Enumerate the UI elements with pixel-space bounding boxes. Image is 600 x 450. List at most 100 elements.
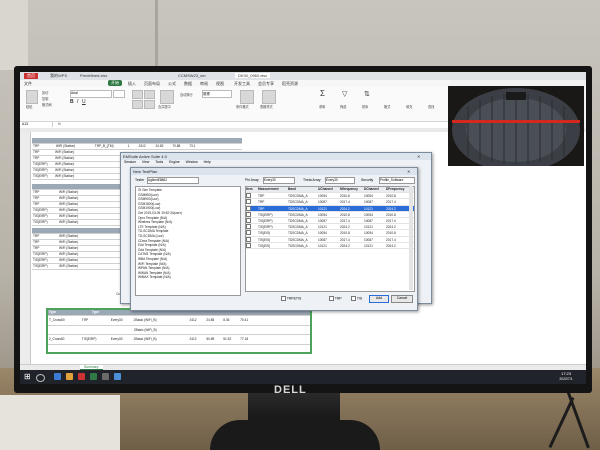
checkbox-trp-tis[interactable]: TRP&TIS <box>281 296 301 301</box>
menu-tools[interactable]: Tools <box>155 160 163 164</box>
font-size-select[interactable] <box>113 90 125 98</box>
number-format-select[interactable]: 常规 <box>202 90 232 98</box>
row-checkbox[interactable] <box>246 224 258 230</box>
wrap-text-button[interactable]: 自动换行 <box>180 92 193 97</box>
table-cell: TIS(EIS) <box>258 231 271 236</box>
checkbox-box[interactable] <box>246 236 251 242</box>
underline-icon[interactable]: U <box>82 99 86 105</box>
sort-icon[interactable]: ⇅ <box>364 90 370 98</box>
conditional-format-button[interactable] <box>240 90 254 104</box>
copy-button[interactable]: 复制 <box>42 96 48 101</box>
row-checkbox[interactable] <box>246 199 258 205</box>
theta-label: Theta Array <box>303 178 321 182</box>
table-cell: 10087 <box>318 218 327 223</box>
task-app-icon[interactable] <box>114 373 121 380</box>
tab-predefined[interactable]: Predefined.xlsx <box>80 73 107 78</box>
tester-select[interactable]: AgilentE8862 <box>147 177 199 184</box>
checkbox-box[interactable] <box>246 205 251 211</box>
tab-home[interactable]: 首页 <box>24 73 38 79</box>
bold-icon[interactable]: B <box>70 99 74 105</box>
format-button[interactable]: 格式 <box>384 104 390 109</box>
find-button[interactable]: 查找 <box>428 104 434 109</box>
cancel-button[interactable]: Cancel <box>391 295 413 303</box>
sum-icon[interactable]: Σ <box>320 89 325 98</box>
checkbox-box[interactable] <box>246 193 251 199</box>
dialog-title: New TestPlan <box>131 168 417 175</box>
ribbon-tab-home[interactable]: 开始 <box>108 80 122 86</box>
table-scrollbar[interactable] <box>409 186 413 290</box>
dialog-close-icon[interactable]: ✕ <box>407 169 410 174</box>
checkbox-box[interactable] <box>329 296 334 301</box>
paste-button[interactable] <box>26 90 38 104</box>
fill-button[interactable]: 填充 <box>406 104 412 109</box>
theta-select[interactable]: Every30 <box>325 177 355 184</box>
search-icon[interactable] <box>36 374 45 382</box>
menu-help[interactable]: Help <box>204 160 211 164</box>
row-checkbox[interactable] <box>246 230 258 236</box>
table-row[interactable]: TIS(EIRP) WiFi (Station) <box>32 264 122 270</box>
table-cell: 2Basic (WiFi_B) <box>133 328 157 332</box>
tab-ccmsw[interactable]: CCMSW23_ser <box>178 73 206 78</box>
row-checkbox[interactable] <box>246 205 258 211</box>
align-middle-button[interactable] <box>144 90 155 99</box>
tab-dk30[interactable]: DK30_0960.xlsx <box>235 73 271 78</box>
table-cell: 10054 <box>364 231 373 236</box>
checkbox-box[interactable] <box>246 199 251 205</box>
task-app-icon[interactable] <box>102 373 109 380</box>
checkbox-tis[interactable]: TIS <box>351 296 362 301</box>
font-family-select[interactable]: Arial <box>70 90 112 98</box>
task-app-icon[interactable] <box>78 373 85 380</box>
align-top-button[interactable] <box>132 90 143 99</box>
col-header-uchannel: UChannel <box>318 187 333 191</box>
row-checkbox[interactable] <box>246 193 258 199</box>
add-button[interactable]: Add <box>369 295 389 303</box>
merge-center-button[interactable] <box>160 90 174 104</box>
align-left-button[interactable] <box>132 100 143 109</box>
tab-mywps[interactable]: 我的WPS <box>50 73 67 79</box>
table-cell: TRP <box>33 150 40 154</box>
windows-start-icon[interactable]: ⊞ <box>24 373 31 381</box>
checkbox-box[interactable] <box>246 211 251 217</box>
task-app-icon[interactable] <box>66 373 73 380</box>
table-cell: 2010.8 <box>386 194 396 199</box>
table-row[interactable]: 2_Cross50 TIS(EIRP) Every30 2Basic (WiFi… <box>48 335 310 345</box>
clock-time[interactable]: 17:23 <box>550 371 582 376</box>
checkbox-box[interactable] <box>281 296 286 301</box>
table-row[interactable]: TIS(EIS) TDSCDMA_A 10121 2024.2 10121 2024.2 <box>246 242 414 249</box>
row-checkbox[interactable] <box>246 242 258 248</box>
filter-icon[interactable]: ▽ <box>342 90 347 98</box>
table-cell: TDSCDMA_A <box>288 231 308 236</box>
menu-engine[interactable]: Engine <box>169 160 180 164</box>
checkbox-box[interactable] <box>246 217 251 223</box>
italic-icon[interactable]: I <box>77 99 78 105</box>
phi-select[interactable]: Every30 <box>263 177 295 184</box>
table-row[interactable]: T_Cross50 TRP Every30 2Basic (WiFi_B) 24… <box>48 316 310 326</box>
table-cell: TRP <box>81 318 89 322</box>
cut-button[interactable]: 剪切 <box>42 90 48 95</box>
align-center-button[interactable] <box>144 100 155 109</box>
checkbox-box[interactable] <box>246 224 251 230</box>
row-checkbox[interactable] <box>246 211 258 217</box>
format-painter-button[interactable]: 格式刷 <box>42 102 52 107</box>
checkbox-box[interactable] <box>246 242 251 248</box>
tree-item[interactable]: WiMAX Template (N/A) <box>138 275 238 280</box>
security-select[interactable]: Profile_Software <box>379 177 415 184</box>
table-row[interactable]: 2Basic (WiFi_B) <box>48 326 310 335</box>
checkbox-box[interactable] <box>351 296 356 301</box>
row-checkbox[interactable] <box>246 217 258 223</box>
menu-view[interactable]: View <box>142 160 149 164</box>
table-cell: 2010.8 <box>340 194 350 199</box>
clock-date[interactable]: 2020/7/1 <box>550 377 582 381</box>
selected-range[interactable]: Type Type T_Cross50 TRP Every30 2Basic (… <box>46 308 312 354</box>
task-app-icon[interactable] <box>90 373 97 380</box>
task-app-icon[interactable] <box>54 373 61 380</box>
row-checkbox[interactable] <box>246 236 258 242</box>
menu-session[interactable]: Session <box>124 160 136 164</box>
menu-window[interactable]: Window <box>186 160 198 164</box>
close-icon[interactable]: ✕ <box>417 154 420 159</box>
name-box[interactable]: A13 <box>22 122 53 127</box>
table-style-button[interactable] <box>262 90 276 104</box>
checkbox-box[interactable] <box>246 230 251 236</box>
table-row[interactable]: TIS(EIRP) WiFi (Station) <box>32 220 122 226</box>
checkbox-trp[interactable]: TRP <box>329 296 342 301</box>
